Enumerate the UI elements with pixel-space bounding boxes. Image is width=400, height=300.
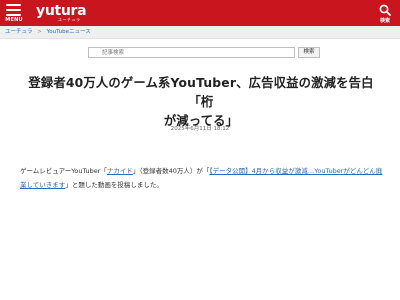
magnifier-icon	[379, 4, 391, 16]
site-logo[interactable]: yutura ユーチュラ	[36, 3, 87, 23]
article-search-bar: 検索	[88, 47, 320, 58]
breadcrumb-home-link[interactable]: ユーチュラ	[5, 29, 33, 35]
menu-label: MENU	[5, 17, 23, 23]
search-label: 検索	[379, 18, 390, 24]
breadcrumb-separator: >	[37, 29, 42, 35]
search-submit-button[interactable]: 検索	[298, 47, 320, 58]
logo-subtext: ユーチュラ	[58, 17, 81, 22]
article-body: ゲームレビュアーYouTuber「ナカイド」（登録者数40万人）が「【データ公開…	[20, 164, 385, 192]
body-text-2: 」（登録者数40万人）が「	[132, 167, 210, 175]
search-input[interactable]	[88, 47, 295, 58]
body-text-3: 」と題した動画を投稿しました。	[65, 181, 163, 189]
site-header: MENU yutura ユーチュラ 検索	[0, 0, 400, 26]
article-date: 2025年6月11日 18:12	[170, 126, 230, 132]
breadcrumb: ユーチュラ > YouTubeニュース	[0, 26, 400, 39]
body-text-1: ゲームレビュアーYouTuber「	[20, 167, 107, 175]
breadcrumb-current-link[interactable]: YouTubeニュース	[47, 29, 91, 35]
menu-button[interactable]: MENU	[3, 3, 25, 24]
article-title-line-1: 登録者40万人のゲーム系YouTuber、広告収益の激減を告白「桁	[28, 76, 374, 109]
article-title: 登録者40万人のゲーム系YouTuber、広告収益の激減を告白「桁 が減ってる」	[20, 74, 382, 131]
channel-link[interactable]: ナカイド	[107, 167, 133, 175]
header-search-button[interactable]: 検索	[375, 3, 395, 24]
